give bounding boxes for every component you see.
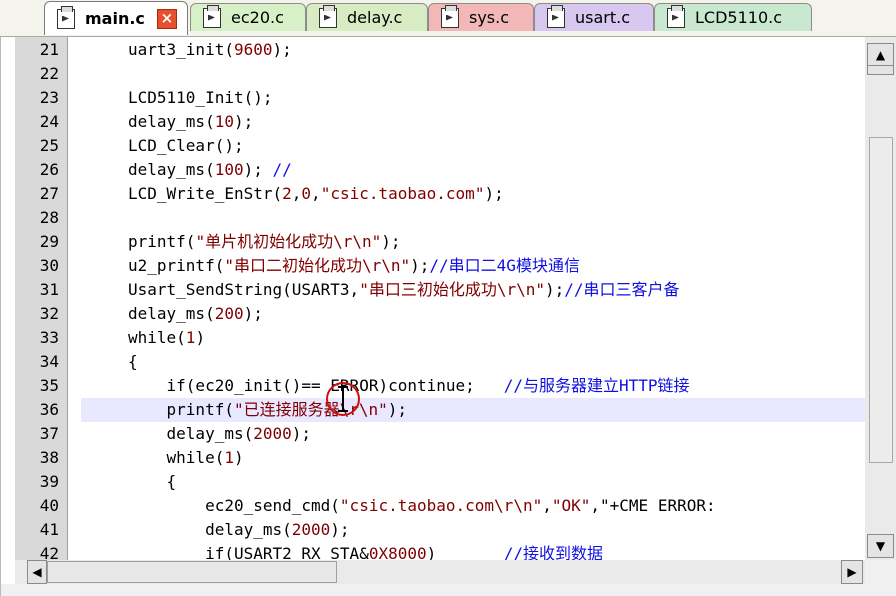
arrow-left-icon: ◀ <box>32 565 42 579</box>
line-number: 41 <box>39 520 59 539</box>
code-line[interactable]: if(ec20_init()== ERROR)continue; //与服务器建… <box>81 374 865 398</box>
code-line[interactable] <box>81 206 865 230</box>
line-number: 35 <box>39 376 59 395</box>
line-number: 40 <box>39 496 59 515</box>
code-line[interactable]: delay_ms(10); <box>81 110 865 134</box>
code-line[interactable]: uart3_init(9600); <box>81 38 865 62</box>
code-line[interactable] <box>81 62 865 86</box>
text-cursor-icon <box>338 386 348 412</box>
tab-label: sys.c <box>469 8 510 27</box>
file-icon <box>57 5 75 29</box>
arrow-right-icon: ▶ <box>847 565 857 579</box>
tab-lcd5110-c[interactable]: LCD5110.c <box>654 3 812 31</box>
code-line[interactable]: LCD5110_Init(); <box>81 86 865 110</box>
line-number: 37 <box>39 424 59 443</box>
line-number: 30 <box>39 256 59 275</box>
scroll-down-mini-button[interactable] <box>867 65 894 75</box>
code-line[interactable]: if(USART2_RX_STA&0X8000) //接收到数据 <box>81 542 865 560</box>
file-icon <box>441 4 459 28</box>
line-number: 22 <box>39 64 59 83</box>
line-number: 31 <box>39 280 59 299</box>
line-number: 24 <box>39 112 59 131</box>
code-line[interactable]: LCD_Write_EnStr(2,0,"csic.taobao.com"); <box>81 182 865 206</box>
line-number: 26 <box>39 160 59 179</box>
bottom-strip <box>1 584 896 596</box>
file-icon <box>547 4 565 28</box>
scroll-up-button[interactable]: ▲ <box>867 43 894 67</box>
code-line[interactable]: { <box>81 470 865 494</box>
file-icon <box>203 4 221 28</box>
tab-label: LCD5110.c <box>695 8 783 27</box>
file-icon <box>667 4 685 28</box>
code-line[interactable]: Usart_SendString(USART3,"串口三初始化成功\r\n");… <box>81 278 865 302</box>
close-icon[interactable]: × <box>156 8 177 29</box>
line-number: 36 <box>39 400 59 419</box>
fold-margin <box>68 37 80 560</box>
scroll-left-button[interactable]: ◀ <box>27 560 47 584</box>
code-line[interactable]: LCD_Clear(); <box>81 134 865 158</box>
code-line[interactable]: delay_ms(2000); <box>81 422 865 446</box>
line-number: 32 <box>39 304 59 323</box>
arrow-down-icon: ▼ <box>875 539 886 553</box>
tab-label: delay.c <box>347 8 403 27</box>
tab-delay-c[interactable]: delay.c <box>306 3 428 31</box>
file-icon <box>319 4 337 28</box>
line-number: 39 <box>39 472 59 491</box>
vertical-scroll-thumb[interactable] <box>869 137 893 463</box>
line-number: 27 <box>39 184 59 203</box>
line-number: 25 <box>39 136 59 155</box>
code-line[interactable]: { <box>81 350 865 374</box>
code-area[interactable]: uart3_init(9600); LCD5110_Init(); delay_ms… <box>81 37 865 560</box>
code-line[interactable]: delay_ms(2000); <box>81 518 865 542</box>
scroll-down-button[interactable]: ▼ <box>867 534 894 558</box>
line-number: 38 <box>39 448 59 467</box>
line-number: 23 <box>39 88 59 107</box>
line-number: 33 <box>39 328 59 347</box>
code-line[interactable]: delay_ms(100); // <box>81 158 865 182</box>
code-line[interactable]: u2_printf("串口二初始化成功\r\n");//串口二4G模块通信 <box>81 254 865 278</box>
tab-label: ec20.c <box>231 8 284 27</box>
tab-main-c[interactable]: main.c × <box>44 1 188 35</box>
line-number: 21 <box>39 40 59 59</box>
tab-label: usart.c <box>575 8 631 27</box>
arrow-up-icon: ▲ <box>875 48 886 62</box>
code-line[interactable]: while(1) <box>81 446 865 470</box>
code-line[interactable]: delay_ms(200); <box>81 302 865 326</box>
tab-usart-c[interactable]: usart.c <box>534 3 654 31</box>
tab-ec20-c[interactable]: ec20.c <box>190 3 306 31</box>
line-number: 28 <box>39 208 59 227</box>
tab-sys-c[interactable]: sys.c <box>428 3 534 31</box>
horizontal-scroll-thumb[interactable] <box>47 561 337 583</box>
code-line[interactable]: printf("已连接服务器\r\n"); <box>81 398 865 422</box>
code-line[interactable]: printf("单片机初始化成功\r\n"); <box>81 230 865 254</box>
line-number: 34 <box>39 352 59 371</box>
code-line[interactable]: ec20_send_cmd("csic.taobao.com\r\n","OK"… <box>81 494 865 518</box>
tab-bar: main.c × ec20.c delay.c sys.c usart.c LC… <box>0 0 896 37</box>
scroll-right-button[interactable]: ▶ <box>841 560 863 584</box>
line-number: 29 <box>39 232 59 251</box>
tab-label: main.c <box>85 9 145 28</box>
code-line[interactable]: while(1) <box>81 326 865 350</box>
code-editor[interactable]: 21 22 23 24 25 26 27 28 29 30 31 32 33 34 35 36 37 38 39 40… <box>0 37 896 596</box>
